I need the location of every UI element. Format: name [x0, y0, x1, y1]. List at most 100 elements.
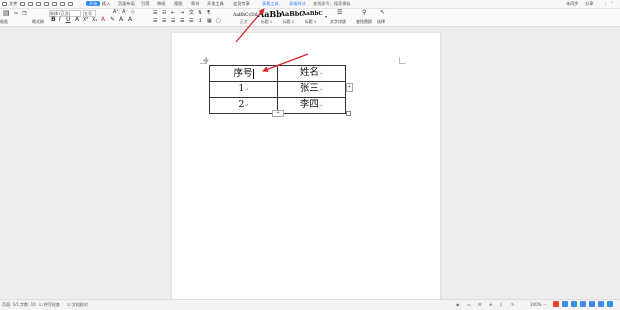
bullets-icon[interactable]: ☰ [153, 10, 157, 16]
tools-icon[interactable] [589, 301, 595, 307]
word-count[interactable]: 字数: 10 [20, 302, 36, 307]
font-color-icon[interactable]: A [101, 17, 105, 23]
font-size-select[interactable]: 五号 [83, 10, 96, 17]
menu-insert[interactable]: 插入 [102, 1, 110, 6]
bold-icon[interactable]: B [51, 17, 56, 23]
mic-icon[interactable] [571, 301, 577, 307]
menu-table-tools[interactable]: 表格工具 [262, 1, 279, 6]
shrink-font-icon[interactable]: A⁻ [122, 9, 128, 15]
table-cell[interactable]: 2↵ [209, 97, 278, 114]
redo-icon[interactable] [52, 2, 57, 6]
align-right-icon[interactable]: ☰ [171, 18, 175, 24]
page-view-icon[interactable]: ▭ [467, 302, 471, 307]
more-icon[interactable] [68, 2, 73, 6]
app-tray-icon[interactable] [553, 301, 559, 307]
menu-file[interactable]: 文件 [9, 1, 17, 6]
more-options-icon[interactable]: ⋮ [603, 1, 607, 6]
menu-table-style[interactable]: 表格样式 [289, 1, 306, 6]
read-view-icon[interactable]: ▯ [500, 302, 502, 307]
style-heading-3[interactable]: AaBbC 标题 3 [302, 10, 326, 25]
write-view-icon[interactable]: ✎ [511, 302, 514, 307]
page-count[interactable]: 页面: 1/1 [2, 302, 19, 307]
menu-section[interactable]: 章节 [191, 1, 199, 6]
select-icon[interactable]: ↖ [380, 10, 385, 16]
copy-icon[interactable]: ❐ [22, 11, 26, 17]
menu-member[interactable]: 会员专享 [233, 1, 250, 6]
style-heading-2[interactable]: AaBbC 标题 2 [280, 10, 304, 25]
share-button[interactable]: 分享 [585, 1, 593, 6]
table-cell[interactable]: 序号 [209, 65, 278, 82]
web-view-icon[interactable]: ⊕ [489, 302, 492, 307]
clear-format-icon[interactable]: ◇ [131, 9, 135, 15]
increase-indent-icon[interactable]: ⇥ [180, 10, 184, 16]
add-column-button[interactable]: + [346, 83, 353, 92]
find-replace-button[interactable]: 查找替换 [356, 19, 372, 24]
style-normal[interactable]: AaBbCcDd 正文 [233, 10, 259, 25]
ime-icon[interactable] [562, 301, 568, 307]
distributed-icon[interactable]: ☰ [189, 18, 193, 24]
chinese-layout-icon[interactable]: 文 [189, 10, 194, 16]
zoom-level[interactable]: 100% [530, 302, 541, 307]
sync-status[interactable]: 未同步 [566, 1, 579, 6]
undo-icon[interactable] [44, 2, 49, 6]
line-spacing-icon[interactable]: ↕ [198, 18, 202, 24]
justify-icon[interactable]: ☰ [180, 18, 184, 24]
show-marks-icon[interactable]: ¶ [207, 10, 210, 16]
align-left-icon[interactable]: ☰ [153, 18, 157, 24]
text-tools-icon[interactable]: ☰ [337, 10, 342, 16]
superscript-icon[interactable]: X² [83, 17, 88, 23]
menu-view[interactable]: 视图 [174, 1, 182, 6]
decrease-indent-icon[interactable]: ⇤ [171, 10, 175, 16]
menu-page-layout[interactable]: 页面布局 [118, 1, 135, 6]
eye-icon[interactable]: ◉ [456, 302, 460, 307]
command-search[interactable]: 查找命令、搜索模板 [313, 1, 351, 6]
text-tools-button[interactable]: 文字排版 [330, 19, 346, 24]
dropdown-icon[interactable] [60, 2, 65, 6]
char-border-icon[interactable]: A [119, 17, 123, 23]
styles-expand-icon[interactable]: ▾ [325, 14, 327, 20]
add-row-button[interactable]: + [272, 110, 284, 117]
menu-developer[interactable]: 开发工具 [207, 1, 224, 6]
cut-icon[interactable]: ✂ [14, 11, 18, 17]
sort-icon[interactable]: ⇅ [198, 10, 202, 16]
table-resize-handle[interactable] [346, 111, 351, 116]
table-cell[interactable]: 姓名↵ [277, 65, 346, 82]
italic-icon[interactable]: I [59, 17, 61, 23]
doc-check-button[interactable]: ☑ 文档校对 [67, 302, 88, 307]
table-cell[interactable]: 张三↵ [277, 81, 346, 98]
menu-tray-icon[interactable] [607, 301, 613, 307]
find-icon[interactable]: ⚲ [362, 10, 366, 16]
menu-icon[interactable] [2, 2, 7, 6]
print-icon[interactable] [28, 2, 33, 6]
select-button[interactable]: 选择 [377, 19, 385, 24]
menu-review[interactable]: 审阅 [157, 1, 165, 6]
menu-home[interactable]: 开始 [86, 0, 101, 6]
menu-references[interactable]: 引用 [141, 1, 149, 6]
grow-font-icon[interactable]: A⁺ [113, 9, 119, 15]
preview-icon[interactable] [36, 2, 41, 6]
style-heading-1[interactable]: AaBb 标题 1 [258, 10, 282, 25]
collapse-icon[interactable]: ˄ [611, 1, 613, 6]
subscript-icon[interactable]: X₂ [92, 17, 97, 23]
numbering-icon[interactable]: ☷ [162, 10, 166, 16]
paste-icon[interactable]: ▤ [3, 10, 10, 17]
keyboard-icon[interactable] [580, 301, 586, 307]
zoom-out-icon[interactable]: − [543, 302, 546, 307]
shading-icon[interactable]: ▦ [207, 18, 212, 24]
table-cell[interactable]: 李四↵ [277, 97, 346, 114]
table-move-handle-icon[interactable]: ✥ [203, 58, 209, 65]
align-center-icon[interactable]: ☰ [162, 18, 166, 24]
paste-button[interactable]: 粘贴 [0, 19, 8, 24]
highlight-icon[interactable]: ✎ [110, 17, 115, 23]
skin-icon[interactable] [598, 301, 604, 307]
outline-view-icon[interactable]: ☰ [478, 302, 482, 307]
document-table[interactable]: 序号 姓名↵ 1↵ 张三↵ 2↵ 李四↵ [209, 65, 346, 114]
table-cell[interactable]: 1↵ [209, 81, 278, 98]
underline-icon[interactable]: U [66, 17, 70, 23]
borders-icon[interactable]: ▢ [216, 18, 221, 24]
format-painter-button[interactable]: 格式刷 [32, 19, 44, 24]
save-icon[interactable] [20, 2, 25, 6]
char-shading-icon[interactable]: A [128, 17, 132, 23]
spell-check-button[interactable]: ☑ 拼写检查 [39, 302, 60, 307]
strikethrough-icon[interactable]: A [75, 17, 79, 23]
